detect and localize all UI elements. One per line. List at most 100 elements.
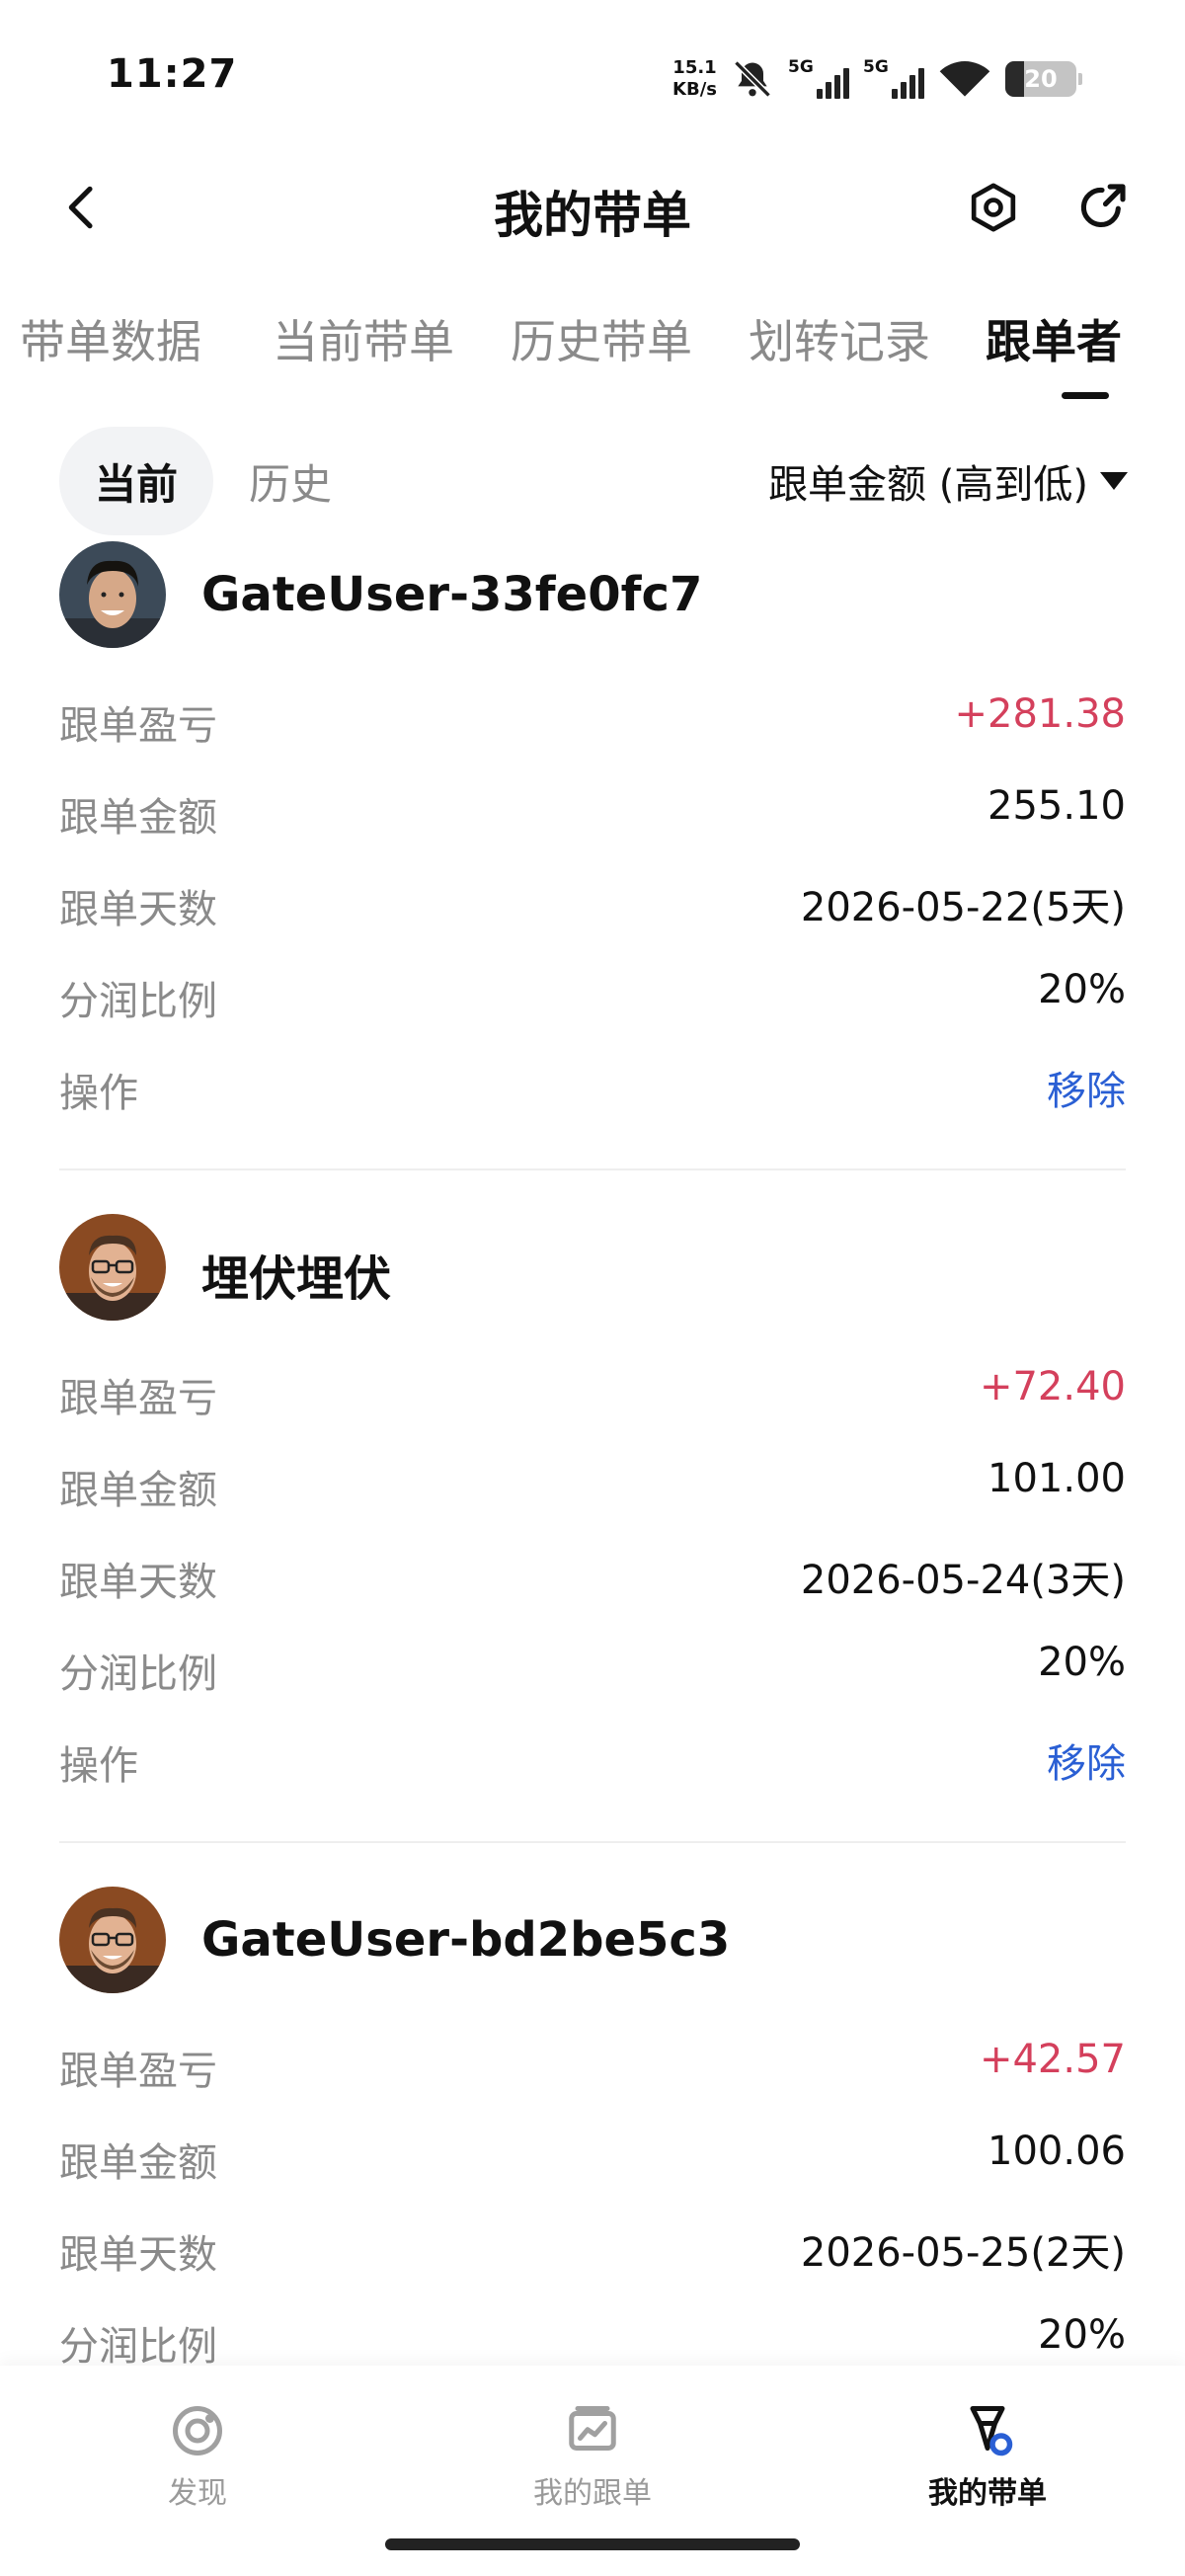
- hexagon-settings-icon: [971, 183, 1016, 232]
- avatar: [59, 541, 166, 648]
- stat-value-pnl: +281.38: [954, 691, 1126, 737]
- stat-value-days: 2026-05-22(5天): [800, 885, 1126, 930]
- network-speed-unit: KB/s: [672, 79, 717, 100]
- status-bar: 11:27 15.1 KB/s 5G 5G 20: [0, 0, 1185, 148]
- sim1-signal-icon: 5G: [788, 55, 849, 103]
- network-speed-value: 15.1: [672, 57, 717, 78]
- top-header: 我的带单: [0, 158, 1185, 257]
- wifi-icon: [939, 61, 990, 97]
- follower-name: GateUser-33fe0fc7: [201, 567, 703, 622]
- nav-my-lead-trades[interactable]: 我的带单: [889, 2401, 1086, 2512]
- stat-label: 操作: [59, 1071, 138, 1116]
- tab-history-lead[interactable]: 历史带单: [511, 306, 692, 371]
- battery-level: 20: [1024, 65, 1058, 93]
- follower-header: GateUser-33fe0fc7: [0, 541, 1185, 650]
- stat-value-share-ratio: 20%: [1038, 1640, 1126, 1685]
- filter-history[interactable]: 历史: [249, 427, 332, 535]
- stat-row-share-ratio: 分润比例 20%: [0, 947, 1185, 1039]
- stat-label: 跟单天数: [59, 887, 217, 932]
- remove-follower-button[interactable]: 移除: [1047, 1059, 1126, 1116]
- status-time: 11:27: [107, 51, 238, 97]
- follower-name: 埋伏埋伏: [201, 1251, 392, 1307]
- stat-label: 跟单盈亏: [59, 1376, 217, 1421]
- stat-row-amount: 跟单金额 100.06: [0, 2109, 1185, 2201]
- share-icon: [1080, 184, 1126, 227]
- stat-label: 跟单金额: [59, 1468, 217, 1513]
- network-speed: 15.1 KB/s: [672, 57, 717, 101]
- stat-value-amount: 100.06: [988, 2129, 1126, 2174]
- settings-button[interactable]: [966, 180, 1021, 235]
- stat-value-pnl: +42.57: [979, 2037, 1126, 2082]
- active-tab-indicator: [1062, 392, 1109, 399]
- stat-row-action: 操作 移除: [0, 1039, 1185, 1131]
- tab-current-lead[interactable]: 当前带单: [273, 306, 454, 371]
- sort-dropdown[interactable]: 跟单金额 (高到低): [768, 427, 1128, 535]
- stat-label: 分润比例: [59, 979, 217, 1024]
- status-icons: 15.1 KB/s 5G 5G 20: [672, 49, 1082, 109]
- stat-value-days: 2026-05-25(2天): [800, 2230, 1126, 2276]
- app-screen: 11:27 15.1 KB/s 5G 5G 20 我的带单 带单数据 当前带单 …: [0, 0, 1185, 2576]
- battery-icon: 20: [1005, 61, 1082, 97]
- nav-label: 我的带单: [928, 2476, 1047, 2511]
- stat-label: 跟单天数: [59, 1560, 217, 1605]
- stat-label: 跟单盈亏: [59, 703, 217, 749]
- stat-label: 操作: [59, 1743, 138, 1789]
- bell-muted-icon: [734, 60, 771, 98]
- stat-label: 分润比例: [59, 2324, 217, 2370]
- tab-transfer-records[interactable]: 划转记录: [749, 306, 930, 371]
- stat-row-action: 操作 移除: [0, 1712, 1185, 1804]
- follower-header: 埋伏埋伏: [0, 1214, 1185, 1323]
- stat-value-share-ratio: 20%: [1038, 967, 1126, 1012]
- stat-value-pnl: +72.40: [979, 1364, 1126, 1409]
- filter-current-pill[interactable]: 当前: [59, 427, 213, 535]
- divider: [59, 1168, 1126, 1170]
- stat-label: 跟单天数: [59, 2232, 217, 2278]
- stat-label: 跟单金额: [59, 2140, 217, 2186]
- stat-row-pnl: 跟单盈亏 +281.38: [0, 672, 1185, 764]
- stat-row-days: 跟单天数 2026-05-25(2天): [0, 2201, 1185, 2293]
- share-button[interactable]: [1074, 180, 1130, 235]
- follower-card: 埋伏埋伏 跟单盈亏 +72.40 跟单金额 101.00 跟单天数 2026-0…: [0, 1214, 1185, 1843]
- chart-board-icon: [569, 2406, 616, 2451]
- sort-label: 跟单金额 (高到低): [768, 462, 1088, 508]
- follower-list: GateUser-33fe0fc7 跟单盈亏 +281.38 跟单金额 255.…: [0, 541, 1185, 2384]
- nav-my-copy-trades[interactable]: 我的跟单: [494, 2401, 691, 2512]
- follower-name: GateUser-bd2be5c3: [201, 1912, 731, 1968]
- stat-label: 跟单盈亏: [59, 2049, 217, 2094]
- stat-label: 跟单金额: [59, 795, 217, 841]
- stat-value-share-ratio: 20%: [1038, 2312, 1126, 2358]
- nav-label: 发现: [168, 2476, 227, 2511]
- stat-row-pnl: 跟单盈亏 +72.40: [0, 1344, 1185, 1436]
- divider: [59, 1841, 1126, 1843]
- discover-icon: [173, 2406, 222, 2455]
- follower-card: GateUser-33fe0fc7 跟单盈亏 +281.38 跟单金额 255.…: [0, 541, 1185, 1170]
- stat-row-days: 跟单天数 2026-05-24(3天): [0, 1528, 1185, 1620]
- stat-row-share-ratio: 分润比例 20%: [0, 1620, 1185, 1712]
- remove-follower-button[interactable]: 移除: [1047, 1731, 1126, 1789]
- home-indicator: [385, 2538, 800, 2550]
- bottom-nav: 发现 我的跟单 我的带单: [0, 2366, 1185, 2576]
- tab-bar: 带单数据 当前带单 历史带单 划转记录 跟单者: [0, 296, 1185, 405]
- tab-followers[interactable]: 跟单者: [986, 306, 1122, 371]
- stat-value-days: 2026-05-24(3天): [800, 1558, 1126, 1603]
- follower-header: GateUser-bd2be5c3: [0, 1887, 1185, 1995]
- sim1-label: 5G: [788, 57, 814, 77]
- caret-down-icon: [1100, 472, 1128, 490]
- sim2-signal-icon: 5G: [863, 55, 924, 103]
- nav-label: 我的跟单: [533, 2476, 652, 2511]
- stat-row-days: 跟单天数 2026-05-22(5天): [0, 855, 1185, 947]
- stat-label: 分润比例: [59, 1651, 217, 1697]
- stat-row-amount: 跟单金额 101.00: [0, 1436, 1185, 1528]
- stat-value-amount: 255.10: [988, 783, 1126, 829]
- avatar: [59, 1214, 166, 1321]
- stat-value-amount: 101.00: [988, 1456, 1126, 1501]
- stat-row-pnl: 跟单盈亏 +42.57: [0, 2017, 1185, 2109]
- stat-row-amount: 跟单金额 255.10: [0, 764, 1185, 855]
- follower-card: GateUser-bd2be5c3 跟单盈亏 +42.57 跟单金额 100.0…: [0, 1887, 1185, 2384]
- filter-row: 当前 历史 跟单金额 (高到低): [0, 427, 1185, 535]
- nav-discover[interactable]: 发现: [99, 2401, 296, 2512]
- lead-trade-icon: [970, 2406, 1013, 2456]
- tab-lead-data[interactable]: 带单数据: [20, 306, 201, 371]
- sim2-label: 5G: [863, 57, 889, 77]
- avatar: [59, 1887, 166, 1993]
